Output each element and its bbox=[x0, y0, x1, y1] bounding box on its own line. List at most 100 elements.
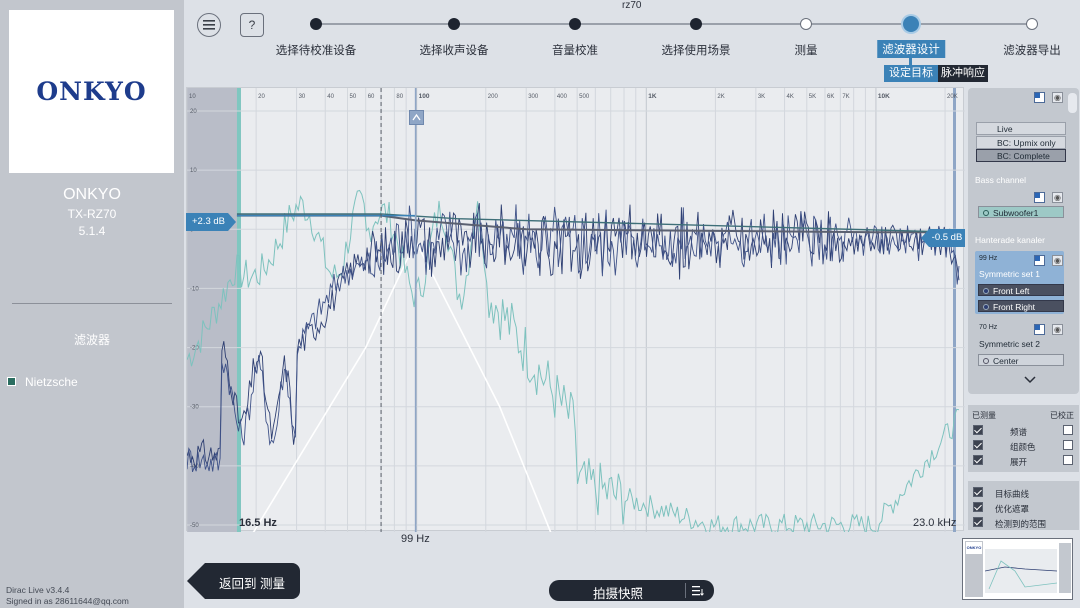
channel-label: Front Left bbox=[993, 286, 1030, 296]
display-checkbox-1[interactable] bbox=[973, 487, 983, 497]
step-label-4[interactable]: 选择使用场景 bbox=[662, 42, 731, 58]
step-dot-3[interactable] bbox=[569, 18, 581, 30]
channel-front-right[interactable]: Front Right bbox=[978, 300, 1064, 312]
corrected-checkbox-3[interactable] bbox=[1063, 455, 1073, 465]
step-label-3[interactable]: 音量校准 bbox=[552, 42, 598, 58]
display-checkbox-2[interactable] bbox=[973, 502, 983, 512]
graph-canvas[interactable]: 10 20 30 40 50 60 80 100 200 300 400 500 1K 2K 3K 4K 5K 6… bbox=[186, 88, 965, 555]
corrected-checkbox-1[interactable] bbox=[1063, 425, 1073, 435]
logo-text: ONKYO bbox=[36, 77, 147, 106]
group2-eye-icon[interactable]: ◉ bbox=[1052, 324, 1063, 335]
channel-front-left[interactable]: Front Left bbox=[978, 284, 1064, 296]
group1-name: Symmetric set 1 bbox=[979, 269, 1040, 279]
freq-tick-label: 10K bbox=[878, 93, 890, 100]
project-name: rz70 bbox=[622, 0, 642, 11]
menu-button[interactable] bbox=[197, 13, 221, 37]
snapshot-list-icon[interactable] bbox=[692, 585, 704, 596]
display-option-label: 优化遮罩 bbox=[995, 504, 1030, 514]
freq-tick-label: 60 bbox=[368, 94, 375, 100]
device-config: 5.1.4 bbox=[78, 224, 106, 238]
thumb-curves bbox=[985, 560, 1057, 590]
step-dot-6[interactable] bbox=[903, 16, 919, 32]
mode-option-2[interactable]: BC: Upmix only bbox=[976, 135, 1066, 149]
channel-label: Subwoofer1 bbox=[993, 208, 1039, 218]
freq-tick-label: 300 bbox=[528, 94, 539, 100]
group2-color-icon[interactable] bbox=[1034, 324, 1045, 335]
db-tick-label: -20 bbox=[190, 346, 199, 352]
channel-dot-icon bbox=[983, 304, 989, 310]
step-label-2[interactable]: 选择收声设备 bbox=[420, 42, 489, 58]
sidebar-section-title: 滤波器 bbox=[73, 333, 110, 347]
display-option-label: 目标曲线 bbox=[995, 489, 1030, 499]
group1-freq: 99 Hz bbox=[979, 255, 998, 262]
freq-tick-label: 500 bbox=[579, 94, 590, 100]
low-limit-label: 16.5 Hz bbox=[239, 517, 277, 529]
eye-icon[interactable]: ◉ bbox=[1052, 92, 1063, 103]
group-color-icon[interactable] bbox=[1034, 92, 1045, 103]
managed-channels-title: Hanterade kanaler bbox=[975, 235, 1045, 245]
device-model: TX-RZ70 bbox=[67, 207, 117, 221]
db-tick-label: -10 bbox=[190, 286, 199, 292]
bass-eye-icon[interactable]: ◉ bbox=[1052, 192, 1063, 203]
step-label-5[interactable]: 测量 bbox=[795, 42, 818, 58]
bass-color-icon[interactable] bbox=[1034, 192, 1045, 203]
channel-subwoofer1[interactable]: Subwoofer1 bbox=[978, 206, 1064, 218]
freq-tick-label: 100 bbox=[419, 93, 430, 100]
measured-header: 已测量 bbox=[972, 411, 996, 420]
chevron-down-icon[interactable] bbox=[1022, 373, 1038, 387]
high-limit-label: 23.0 kHz bbox=[913, 517, 957, 529]
sidebar-divider bbox=[12, 303, 172, 304]
group2-name: Symmetric set 2 bbox=[979, 339, 1040, 349]
subtab-bar: 设定目标 脉冲响应 bbox=[884, 65, 988, 82]
freq-tick-label: 1K bbox=[648, 93, 657, 100]
snapshot-button[interactable]: 拍摄快照 bbox=[549, 580, 714, 601]
filter-checkbox[interactable] bbox=[7, 377, 16, 386]
step-dot-7[interactable] bbox=[1026, 18, 1038, 30]
channel-dot-icon bbox=[983, 358, 989, 364]
step-dot-5[interactable] bbox=[800, 18, 812, 30]
measured-checkbox-2[interactable] bbox=[973, 440, 983, 450]
device-brand: ONKYO bbox=[63, 186, 121, 203]
db-tick-label: 10 bbox=[190, 168, 197, 174]
back-to-measure-button[interactable]: 返回到 测量 bbox=[187, 563, 300, 599]
channel-label: Front Right bbox=[993, 302, 1036, 312]
step-label-7[interactable]: 滤波器导出 bbox=[1003, 42, 1061, 58]
crossover-label: 99 Hz bbox=[401, 533, 430, 545]
brand-logo: ONKYO bbox=[9, 10, 174, 173]
display-checkbox-3[interactable] bbox=[973, 517, 983, 527]
mode-option-1[interactable]: Live bbox=[976, 122, 1066, 135]
step-label-1[interactable]: 选择待校准设备 bbox=[276, 42, 357, 58]
freq-tick-label: 50 bbox=[350, 94, 357, 100]
measured-checkbox-1[interactable] bbox=[973, 425, 983, 435]
view-option-label: 频谱 bbox=[1010, 427, 1028, 437]
mode-option-3[interactable]: BC: Complete bbox=[976, 149, 1066, 162]
tab-impulse-response[interactable]: 脉冲响应 bbox=[938, 65, 988, 82]
filter-name[interactable]: Nietzsche bbox=[25, 375, 78, 389]
group1-eye-icon[interactable]: ◉ bbox=[1052, 255, 1063, 266]
snapshot-thumbnail[interactable]: ONKYO bbox=[962, 538, 1073, 600]
stepper-track bbox=[316, 23, 1032, 25]
channel-label: Center bbox=[993, 356, 1019, 366]
measured-checkbox-3[interactable] bbox=[973, 455, 983, 465]
crossover-handle[interactable] bbox=[409, 110, 424, 125]
left-level-handle[interactable]: +2.3 dB bbox=[186, 213, 228, 231]
panel-scrollbar[interactable] bbox=[1068, 93, 1077, 113]
step-dot-2[interactable] bbox=[448, 18, 460, 30]
help-button[interactable]: ? bbox=[240, 13, 264, 37]
freq-tick-label: 6K bbox=[827, 94, 834, 100]
optimization-mask bbox=[239, 239, 561, 555]
group1-color-icon[interactable] bbox=[1034, 255, 1045, 266]
thumb-panel bbox=[1059, 543, 1071, 593]
channel-center[interactable]: Center bbox=[978, 354, 1064, 366]
back-button-label: 返回到 测量 bbox=[219, 577, 285, 591]
step-dot-4[interactable] bbox=[690, 18, 702, 30]
step-dot-1[interactable] bbox=[310, 18, 322, 30]
thumb-logo: ONKYO bbox=[966, 542, 982, 554]
right-level-handle[interactable]: -0.5 dB bbox=[929, 229, 965, 247]
tab-set-target[interactable]: 设定目标 bbox=[884, 65, 938, 82]
bass-channel-title: Bass channel bbox=[975, 175, 1027, 185]
freq-tick-label: 3K bbox=[758, 94, 765, 100]
frequency-response-graph[interactable]: 10 20 30 40 50 60 80 100 200 300 400 500 1K 2K 3K 4K 5K 6… bbox=[186, 87, 965, 555]
corrected-checkbox-2[interactable] bbox=[1063, 440, 1073, 450]
channel-dot-icon bbox=[983, 288, 989, 294]
